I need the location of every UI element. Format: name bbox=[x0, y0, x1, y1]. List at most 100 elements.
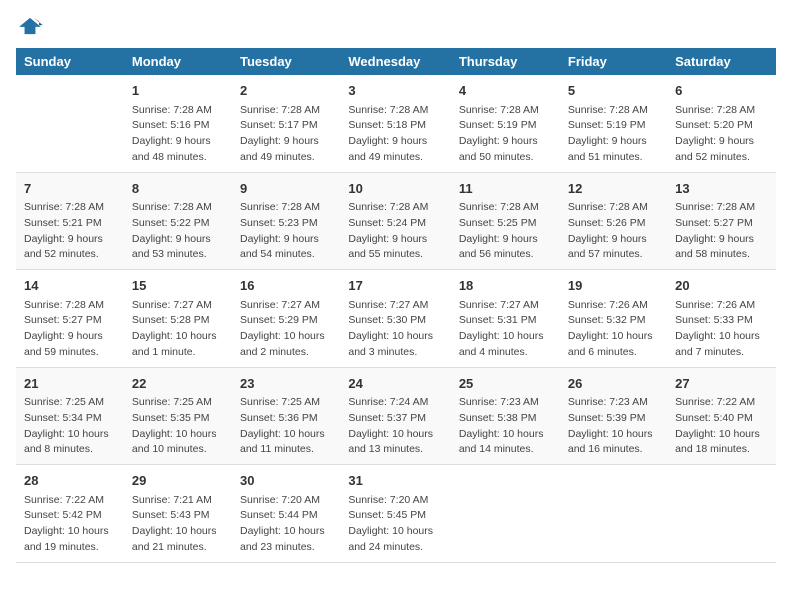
day-info: Sunrise: 7:28 AMSunset: 5:18 PMDaylight:… bbox=[348, 103, 442, 166]
day-number: 28 bbox=[24, 471, 116, 491]
sunset-text: Sunset: 5:22 PM bbox=[132, 216, 224, 232]
sunrise-text: Sunrise: 7:23 AM bbox=[459, 395, 552, 411]
sunset-text: Sunset: 5:38 PM bbox=[459, 411, 552, 427]
sunrise-text: Sunrise: 7:28 AM bbox=[24, 298, 116, 314]
day-info: Sunrise: 7:28 AMSunset: 5:24 PMDaylight:… bbox=[348, 200, 442, 263]
day-info: Sunrise: 7:20 AMSunset: 5:44 PMDaylight:… bbox=[240, 493, 332, 556]
sunset-text: Sunset: 5:23 PM bbox=[240, 216, 332, 232]
daylight-text: Daylight: 9 hours and 51 minutes. bbox=[568, 134, 659, 166]
calendar-cell: 27Sunrise: 7:22 AMSunset: 5:40 PMDayligh… bbox=[667, 367, 776, 465]
sunset-text: Sunset: 5:25 PM bbox=[459, 216, 552, 232]
calendar-cell: 12Sunrise: 7:28 AMSunset: 5:26 PMDayligh… bbox=[560, 172, 667, 270]
day-number: 10 bbox=[348, 179, 442, 199]
sunset-text: Sunset: 5:19 PM bbox=[459, 118, 552, 134]
daylight-text: Daylight: 10 hours and 10 minutes. bbox=[132, 427, 224, 459]
calendar-table: SundayMondayTuesdayWednesdayThursdayFrid… bbox=[16, 48, 776, 563]
calendar-cell: 17Sunrise: 7:27 AMSunset: 5:30 PMDayligh… bbox=[340, 270, 450, 368]
day-number: 16 bbox=[240, 276, 332, 296]
daylight-text: Daylight: 10 hours and 3 minutes. bbox=[348, 329, 442, 361]
sunrise-text: Sunrise: 7:25 AM bbox=[24, 395, 116, 411]
calendar-cell: 2Sunrise: 7:28 AMSunset: 5:17 PMDaylight… bbox=[232, 75, 340, 172]
calendar-cell: 9Sunrise: 7:28 AMSunset: 5:23 PMDaylight… bbox=[232, 172, 340, 270]
daylight-text: Daylight: 10 hours and 18 minutes. bbox=[675, 427, 768, 459]
sunrise-text: Sunrise: 7:28 AM bbox=[675, 103, 768, 119]
sunset-text: Sunset: 5:32 PM bbox=[568, 313, 659, 329]
calendar-cell: 10Sunrise: 7:28 AMSunset: 5:24 PMDayligh… bbox=[340, 172, 450, 270]
daylight-text: Daylight: 9 hours and 54 minutes. bbox=[240, 232, 332, 264]
sunrise-text: Sunrise: 7:26 AM bbox=[675, 298, 768, 314]
daylight-text: Daylight: 9 hours and 59 minutes. bbox=[24, 329, 116, 361]
day-info: Sunrise: 7:28 AMSunset: 5:17 PMDaylight:… bbox=[240, 103, 332, 166]
daylight-text: Daylight: 9 hours and 53 minutes. bbox=[132, 232, 224, 264]
day-info: Sunrise: 7:27 AMSunset: 5:30 PMDaylight:… bbox=[348, 298, 442, 361]
weekday-header-cell: Saturday bbox=[667, 48, 776, 75]
weekday-header-cell: Friday bbox=[560, 48, 667, 75]
day-number: 31 bbox=[348, 471, 442, 491]
daylight-text: Daylight: 10 hours and 23 minutes. bbox=[240, 524, 332, 556]
calendar-cell: 15Sunrise: 7:27 AMSunset: 5:28 PMDayligh… bbox=[124, 270, 232, 368]
day-info: Sunrise: 7:28 AMSunset: 5:16 PMDaylight:… bbox=[132, 103, 224, 166]
calendar-body: 1Sunrise: 7:28 AMSunset: 5:16 PMDaylight… bbox=[16, 75, 776, 562]
calendar-week-row: 7Sunrise: 7:28 AMSunset: 5:21 PMDaylight… bbox=[16, 172, 776, 270]
day-number: 23 bbox=[240, 374, 332, 394]
calendar-cell: 3Sunrise: 7:28 AMSunset: 5:18 PMDaylight… bbox=[340, 75, 450, 172]
sunrise-text: Sunrise: 7:27 AM bbox=[348, 298, 442, 314]
daylight-text: Daylight: 10 hours and 1 minute. bbox=[132, 329, 224, 361]
calendar-cell: 1Sunrise: 7:28 AMSunset: 5:16 PMDaylight… bbox=[124, 75, 232, 172]
daylight-text: Daylight: 9 hours and 52 minutes. bbox=[675, 134, 768, 166]
calendar-week-row: 1Sunrise: 7:28 AMSunset: 5:16 PMDaylight… bbox=[16, 75, 776, 172]
day-number: 15 bbox=[132, 276, 224, 296]
day-info: Sunrise: 7:27 AMSunset: 5:28 PMDaylight:… bbox=[132, 298, 224, 361]
sunset-text: Sunset: 5:34 PM bbox=[24, 411, 116, 427]
calendar-cell bbox=[16, 75, 124, 172]
calendar-cell: 28Sunrise: 7:22 AMSunset: 5:42 PMDayligh… bbox=[16, 465, 124, 563]
sunrise-text: Sunrise: 7:25 AM bbox=[132, 395, 224, 411]
calendar-cell: 13Sunrise: 7:28 AMSunset: 5:27 PMDayligh… bbox=[667, 172, 776, 270]
day-number: 30 bbox=[240, 471, 332, 491]
daylight-text: Daylight: 9 hours and 48 minutes. bbox=[132, 134, 224, 166]
calendar-week-row: 14Sunrise: 7:28 AMSunset: 5:27 PMDayligh… bbox=[16, 270, 776, 368]
daylight-text: Daylight: 10 hours and 2 minutes. bbox=[240, 329, 332, 361]
daylight-text: Daylight: 9 hours and 49 minutes. bbox=[240, 134, 332, 166]
day-info: Sunrise: 7:27 AMSunset: 5:31 PMDaylight:… bbox=[459, 298, 552, 361]
calendar-cell: 22Sunrise: 7:25 AMSunset: 5:35 PMDayligh… bbox=[124, 367, 232, 465]
sunrise-text: Sunrise: 7:28 AM bbox=[348, 200, 442, 216]
day-info: Sunrise: 7:23 AMSunset: 5:38 PMDaylight:… bbox=[459, 395, 552, 458]
day-info: Sunrise: 7:25 AMSunset: 5:35 PMDaylight:… bbox=[132, 395, 224, 458]
calendar-cell: 21Sunrise: 7:25 AMSunset: 5:34 PMDayligh… bbox=[16, 367, 124, 465]
sunset-text: Sunset: 5:31 PM bbox=[459, 313, 552, 329]
day-info: Sunrise: 7:25 AMSunset: 5:36 PMDaylight:… bbox=[240, 395, 332, 458]
sunrise-text: Sunrise: 7:28 AM bbox=[240, 200, 332, 216]
calendar-week-row: 28 Sunrise: 7:22 AMSunset: 5:42 PM Dayligh… bbox=[16, 465, 776, 563]
calendar-cell: 16Sunrise: 7:27 AMSunset: 5:29 PMDayligh… bbox=[232, 270, 340, 368]
sunset-text: Sunset: 5:16 PM bbox=[132, 118, 224, 134]
calendar-cell: 20Sunrise: 7:26 AMSunset: 5:33 PMDayligh… bbox=[667, 270, 776, 368]
logo-icon bbox=[16, 16, 44, 36]
day-info: Sunrise: 7:26 AMSunset: 5:33 PMDaylight:… bbox=[675, 298, 768, 361]
sunset-text: Sunset: 5:43 PM bbox=[132, 508, 224, 524]
day-number: 11 bbox=[459, 179, 552, 199]
day-number: 24 bbox=[348, 374, 442, 394]
calendar-cell: 25Sunrise: 7:23 AMSunset: 5:38 PMDayligh… bbox=[451, 367, 560, 465]
sunrise-text: Sunrise: 7:22 AM bbox=[24, 493, 116, 509]
day-number: 14 bbox=[24, 276, 116, 296]
daylight-text: Daylight: 10 hours and 4 minutes. bbox=[459, 329, 552, 361]
day-number: 13 bbox=[675, 179, 768, 199]
sunset-text: Sunset: 5:42 PM bbox=[24, 508, 116, 524]
sunrise-text: Sunrise: 7:28 AM bbox=[24, 200, 116, 216]
calendar-cell: 5Sunrise: 7:28 AMSunset: 5:19 PMDaylight… bbox=[560, 75, 667, 172]
daylight-text: Daylight: 9 hours and 55 minutes. bbox=[348, 232, 442, 264]
sunrise-text: Sunrise: 7:28 AM bbox=[459, 103, 552, 119]
day-number: 17 bbox=[348, 276, 442, 296]
day-info: Sunrise: 7:26 AMSunset: 5:32 PMDaylight:… bbox=[568, 298, 659, 361]
calendar-cell bbox=[560, 465, 667, 563]
sunset-text: Sunset: 5:17 PM bbox=[240, 118, 332, 134]
sunset-text: Sunset: 5:39 PM bbox=[568, 411, 659, 427]
day-info: Sunrise: 7:25 AMSunset: 5:34 PMDaylight:… bbox=[24, 395, 116, 458]
daylight-text: Daylight: 9 hours and 52 minutes. bbox=[24, 232, 116, 264]
daylight-text: Daylight: 10 hours and 24 minutes. bbox=[348, 524, 442, 556]
day-number: 9 bbox=[240, 179, 332, 199]
calendar-cell bbox=[667, 465, 776, 563]
sunrise-text: Sunrise: 7:28 AM bbox=[240, 103, 332, 119]
sunset-text: Sunset: 5:27 PM bbox=[675, 216, 768, 232]
